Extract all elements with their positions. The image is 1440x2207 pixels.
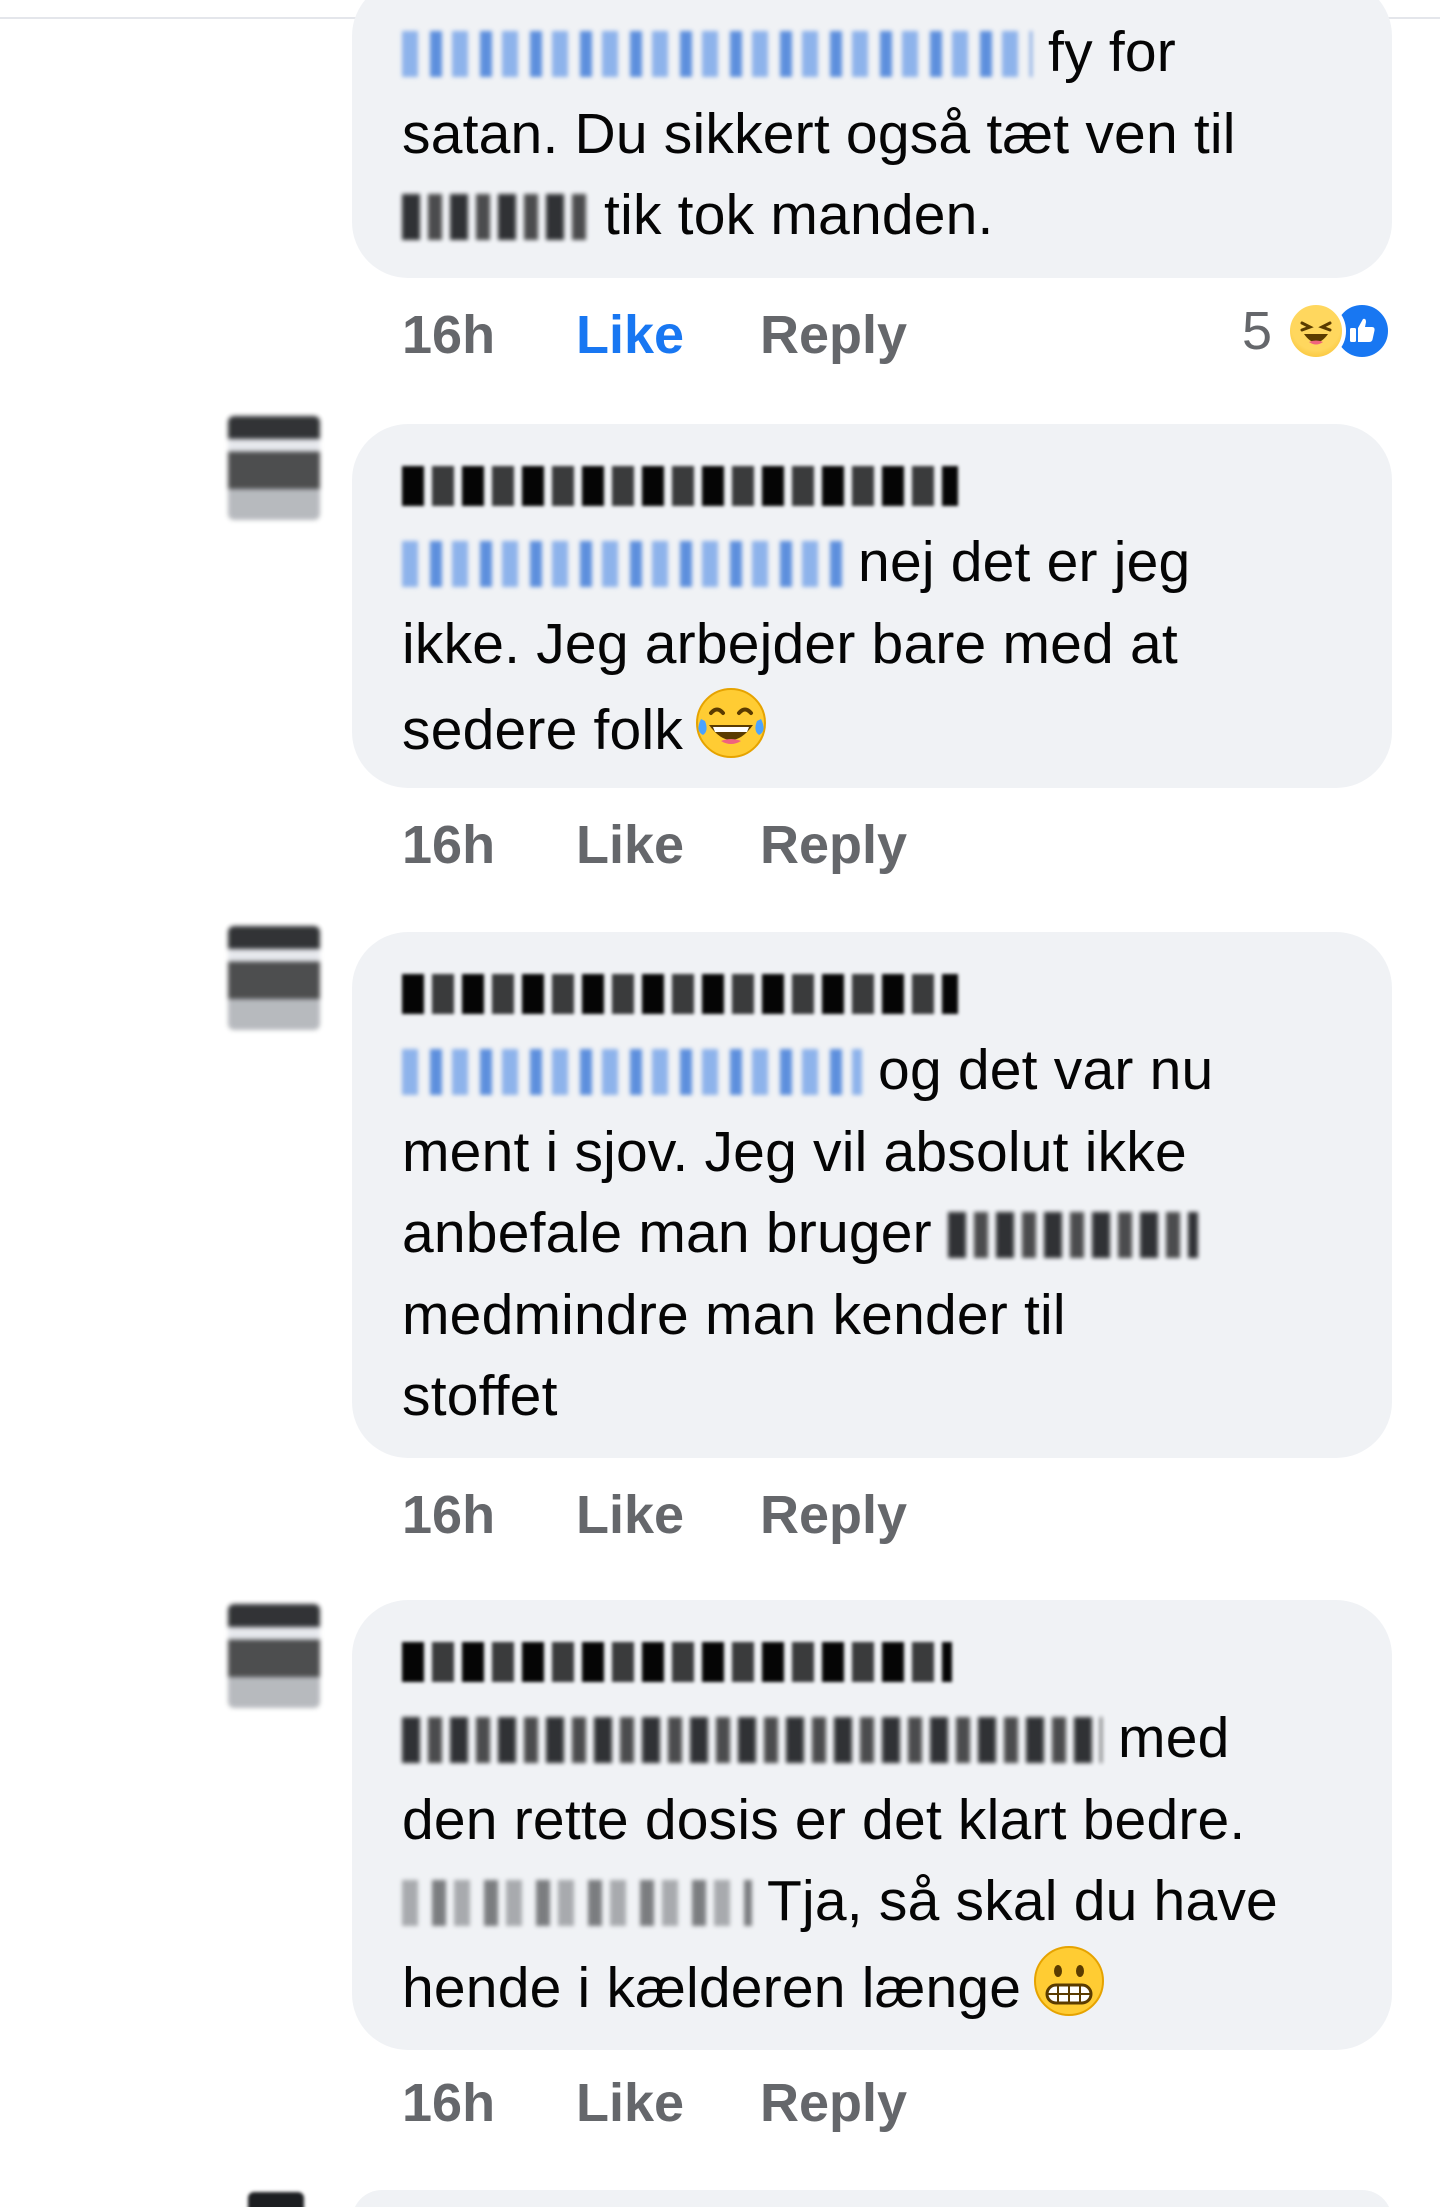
comment-line: tik tok manden. bbox=[402, 175, 1342, 257]
comment-thread: fy for satan. Du sikkert også tæt ven ti… bbox=[0, 0, 1440, 2207]
comment-text-segment: med bbox=[1118, 1706, 1230, 1770]
mentioned-user-name[interactable] bbox=[402, 1049, 862, 1095]
comment-bubble bbox=[352, 2190, 1392, 2207]
comment-text-segment: anbefale man bruger bbox=[402, 1201, 932, 1265]
comment-line: sedere folk bbox=[402, 685, 1342, 772]
comment-text: nej det er jeg ikke. Jeg arbejder bare m… bbox=[402, 522, 1342, 772]
comment-line: og det var nu bbox=[402, 1030, 1342, 1112]
comment-line: stoffet bbox=[402, 1364, 558, 1428]
like-button[interactable]: Like bbox=[576, 814, 760, 876]
comment-timestamp[interactable]: 16h bbox=[402, 304, 576, 366]
avatar[interactable] bbox=[228, 1604, 320, 1708]
comment-bubble: og det var nu ment i sjov. Jeg vil absol… bbox=[352, 932, 1392, 1458]
like-button[interactable]: Like bbox=[576, 1484, 760, 1546]
mentioned-user-name[interactable] bbox=[402, 31, 1032, 77]
comment-line: Tja, så skal du have bbox=[402, 1861, 1342, 1943]
avatar[interactable] bbox=[228, 416, 320, 520]
haha-icon bbox=[1300, 321, 1332, 345]
comment-bubble: med den rette dosis er det klart bedre. … bbox=[352, 1600, 1392, 2050]
comment-timestamp[interactable]: 16h bbox=[402, 2072, 576, 2134]
comment-actions: 16h Like Reply bbox=[402, 304, 907, 366]
comment-text-segment: hende i kælderen længe bbox=[402, 1955, 1022, 2020]
reply-button[interactable]: Reply bbox=[760, 814, 907, 876]
comment-bubble: nej det er jeg ikke. Jeg arbejder bare m… bbox=[352, 424, 1392, 788]
comment-line: fy for bbox=[402, 12, 1342, 94]
reaction-summary[interactable]: 5 bbox=[1242, 300, 1392, 362]
comment-line: anbefale man bruger bbox=[402, 1193, 1342, 1275]
comment-text-segment: Tja, så skal du have bbox=[767, 1869, 1278, 1933]
reply-button[interactable]: Reply bbox=[760, 2072, 907, 2134]
comment-timestamp[interactable]: 16h bbox=[402, 1484, 576, 1546]
mentioned-user-name[interactable] bbox=[402, 1717, 1102, 1763]
haha-icon bbox=[1286, 301, 1346, 361]
comment-line: satan. Du sikkert også tæt ven til bbox=[402, 101, 1236, 166]
redacted-text bbox=[402, 194, 588, 240]
comment-line: medmindre man kender til bbox=[402, 1282, 1066, 1347]
comment-author-name[interactable] bbox=[402, 466, 958, 506]
comment-line: den rette dosis er det klart bedre. bbox=[402, 1787, 1246, 1852]
comment-author-name[interactable] bbox=[402, 1642, 952, 1682]
thumbs-up-icon bbox=[1350, 318, 1375, 342]
comment-text-segment: sedere folk bbox=[402, 698, 684, 762]
comment-line: hende i kælderen længe bbox=[402, 1943, 1342, 2030]
comment-text: fy for satan. Du sikkert også tæt ven ti… bbox=[402, 0, 1342, 257]
reaction-count: 5 bbox=[1241, 301, 1272, 361]
redacted-text bbox=[947, 1212, 1198, 1258]
comment-line: med bbox=[402, 1698, 1342, 1780]
comment-line: ment i sjov. Jeg vil absolut ikke bbox=[402, 1119, 1187, 1184]
comment-actions: 16h Like Reply bbox=[402, 814, 907, 876]
like-button[interactable]: Like bbox=[576, 304, 760, 366]
comment-line: nej det er jeg bbox=[402, 522, 1342, 604]
comment-text-segment: og det var nu bbox=[878, 1038, 1214, 1102]
avatar[interactable] bbox=[248, 2192, 304, 2207]
comment-timestamp[interactable]: 16h bbox=[402, 814, 576, 876]
comment-actions: 16h Like Reply bbox=[402, 2072, 907, 2134]
comment-text: og det var nu ment i sjov. Jeg vil absol… bbox=[402, 1030, 1342, 1438]
comment-text-segment: tik tok manden. bbox=[604, 183, 994, 247]
comment-bubble: fy for satan. Du sikkert også tæt ven ti… bbox=[352, 0, 1392, 278]
comment-text-segment: fy for bbox=[1048, 20, 1176, 84]
reply-button[interactable]: Reply bbox=[760, 1484, 907, 1546]
comment-actions: 16h Like Reply bbox=[402, 1484, 907, 1546]
comment-text: med den rette dosis er det klart bedre. … bbox=[402, 1698, 1342, 2029]
mentioned-user-name[interactable] bbox=[402, 1880, 752, 1926]
comment-text-segment: nej det er jeg bbox=[858, 530, 1191, 594]
grimacing-emoji bbox=[1034, 1945, 1105, 2016]
mentioned-user-name[interactable] bbox=[402, 541, 842, 587]
like-button[interactable]: Like bbox=[576, 2072, 760, 2134]
comment-author-name[interactable] bbox=[402, 974, 958, 1014]
comment-line: ikke. Jeg arbejder bare med at bbox=[402, 611, 1178, 676]
reply-button[interactable]: Reply bbox=[760, 304, 907, 366]
avatar[interactable] bbox=[228, 926, 320, 1030]
tears-of-joy-emoji bbox=[696, 688, 767, 758]
